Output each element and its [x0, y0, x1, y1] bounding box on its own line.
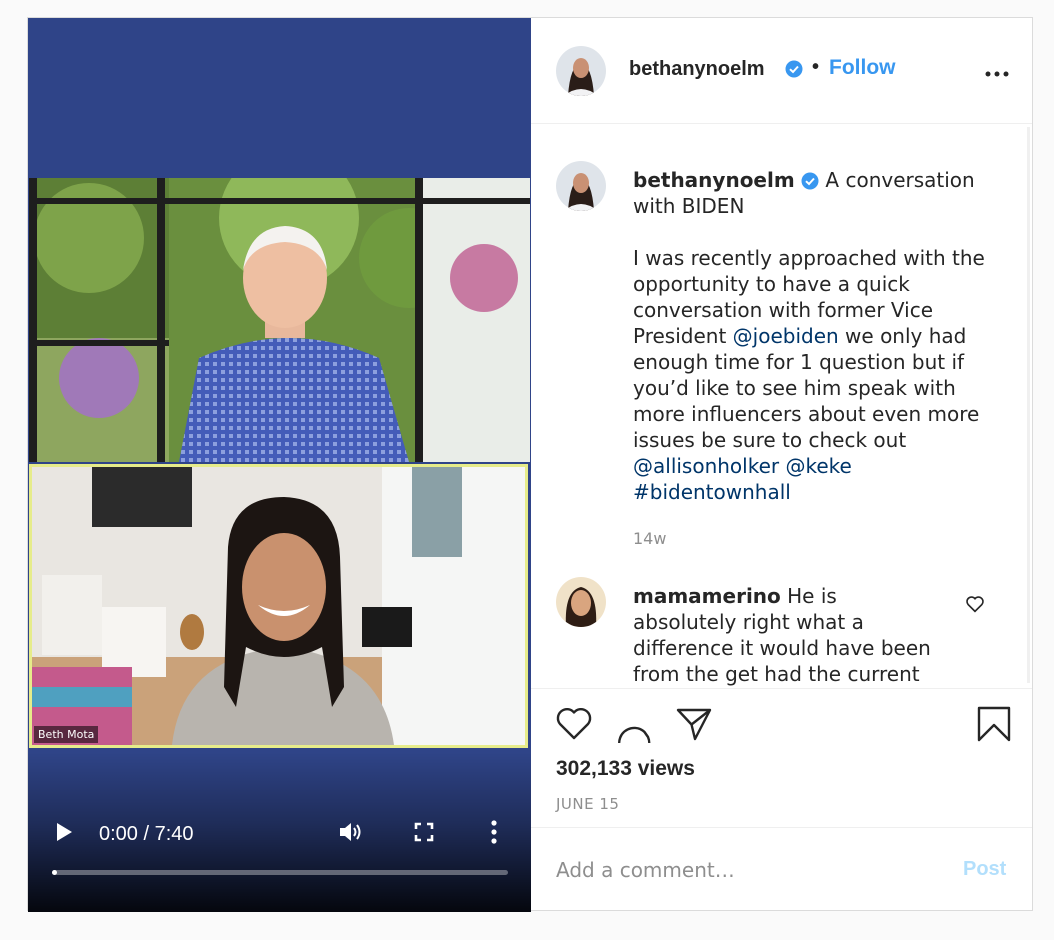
hashtag-link[interactable]: #bidentownhall: [633, 480, 791, 504]
post-actions: 302,133 views JUNE 15: [531, 688, 1032, 828]
caption-timestamp[interactable]: 14w: [633, 529, 666, 548]
comments-scrollbar[interactable]: [1027, 127, 1030, 683]
view-count[interactable]: 302,133 views: [556, 757, 695, 781]
bookmark-icon[interactable]: [975, 705, 1013, 743]
post-date[interactable]: JUNE 15: [556, 795, 619, 813]
avatar[interactable]: [556, 46, 606, 96]
follow-button[interactable]: Follow: [829, 56, 896, 80]
mention-link[interactable]: @allisonholker: [633, 454, 779, 478]
comments-section[interactable]: bethanynoelm A conversation with BIDEN I…: [531, 125, 1032, 687]
video-progress-bar[interactable]: [52, 870, 508, 875]
post-button[interactable]: Post: [963, 858, 1006, 881]
separator-dot: •: [812, 56, 820, 78]
more-horizontal-icon[interactable]: [985, 64, 1009, 80]
heart-icon[interactable]: [965, 595, 987, 615]
mention-link[interactable]: @joebiden: [733, 324, 839, 348]
verified-icon: [801, 172, 819, 190]
add-comment-bar: Post: [531, 829, 1032, 912]
video-time: 0:00 / 7:40: [99, 823, 194, 845]
comment-username[interactable]: mamamerino: [633, 584, 781, 608]
fullscreen-icon[interactable]: [412, 820, 436, 844]
caption: bethanynoelm A conversation with BIDEN I…: [633, 167, 1003, 505]
comment-item: mamamerino He is absolutely right what a…: [633, 583, 943, 687]
caption-username[interactable]: bethanynoelm: [633, 168, 795, 192]
video-frame-bottom: Beth Mota: [29, 464, 528, 748]
video-frame-top: [29, 178, 530, 462]
verified-icon: [785, 60, 803, 80]
play-icon[interactable]: [52, 820, 76, 844]
avatar[interactable]: [556, 161, 606, 211]
share-icon[interactable]: [675, 705, 713, 743]
header-username[interactable]: bethanynoelm: [629, 58, 765, 81]
avatar[interactable]: [556, 577, 606, 627]
more-vertical-icon[interactable]: [484, 819, 504, 845]
post-side-panel: bethanynoelm • Follow bethanynoelm A con…: [531, 18, 1032, 912]
comment-icon[interactable]: [615, 705, 653, 760]
comment-input[interactable]: [556, 855, 936, 885]
post-card: Beth Mota 0:00 / 7:40 bethanynoelm • Fol…: [27, 17, 1033, 912]
participant-name-tag: Beth Mota: [34, 726, 99, 743]
post-header: bethanynoelm • Follow: [531, 18, 1032, 124]
heart-icon[interactable]: [555, 705, 593, 743]
video-progress-fill: [52, 870, 57, 875]
video-player[interactable]: Beth Mota 0:00 / 7:40: [28, 18, 531, 912]
mention-link[interactable]: @keke: [785, 454, 851, 478]
volume-icon[interactable]: [338, 819, 364, 845]
video-controls: 0:00 / 7:40: [28, 752, 531, 912]
